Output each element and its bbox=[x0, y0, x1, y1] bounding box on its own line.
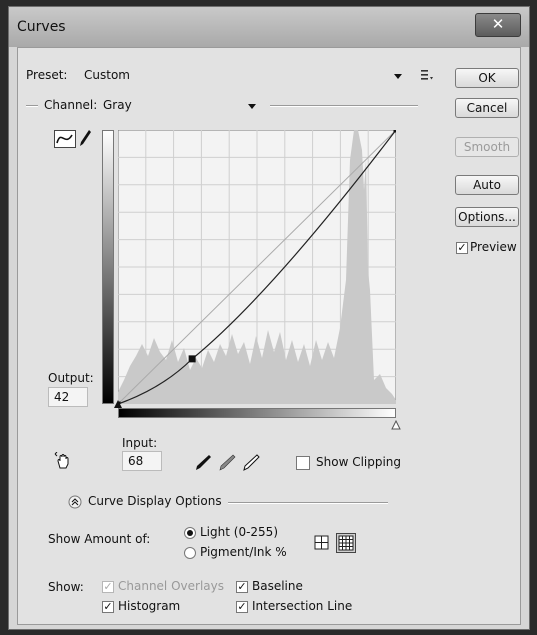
curves-dialog: Curves ✕ Preset: Custom Channel: Gray OK… bbox=[8, 6, 530, 630]
pencil-icon[interactable] bbox=[78, 128, 92, 148]
output-gradient-bar bbox=[102, 130, 114, 404]
dialog-body: Preset: Custom Channel: Gray OK Cancel S… bbox=[17, 47, 521, 625]
light-label: Light (0-255) bbox=[200, 525, 278, 539]
channel-select[interactable]: Gray bbox=[100, 95, 260, 115]
input-field[interactable]: 68 bbox=[122, 451, 162, 471]
channel-overlays-checkbox[interactable]: ✓ bbox=[102, 581, 114, 593]
preset-menu-icon[interactable] bbox=[420, 69, 434, 81]
pigment-label: Pigment/Ink % bbox=[200, 545, 287, 559]
channel-group-line-left bbox=[26, 105, 38, 107]
black-eyedropper-icon[interactable] bbox=[194, 453, 212, 471]
on-image-adjustment-hand-icon[interactable] bbox=[54, 452, 74, 470]
gray-eyedropper-icon[interactable] bbox=[218, 453, 236, 471]
curve-point-tool-button[interactable] bbox=[54, 130, 76, 148]
channel-value: Gray bbox=[103, 98, 132, 112]
channel-overlays-label: Channel Overlays bbox=[118, 579, 224, 593]
channel-label: Channel: bbox=[44, 98, 98, 112]
baseline-checkbox[interactable]: ✓ bbox=[236, 581, 248, 593]
curve-display-divider bbox=[228, 502, 388, 504]
close-button[interactable]: ✕ bbox=[475, 13, 521, 37]
show-amount-label: Show Amount of: bbox=[48, 532, 151, 546]
show-clipping-label: Show Clipping bbox=[316, 455, 402, 469]
black-point-slider[interactable] bbox=[113, 399, 123, 409]
curve-display-options-label: Curve Display Options bbox=[88, 494, 222, 508]
curve-tool-icon bbox=[56, 134, 73, 144]
intersection-line-label: Intersection Line bbox=[252, 599, 353, 613]
selected-curve-point[interactable] bbox=[188, 355, 196, 363]
ok-button[interactable]: OK bbox=[455, 68, 519, 88]
pigment-radio[interactable] bbox=[184, 547, 196, 559]
preview-checkbox[interactable]: ✓ bbox=[456, 242, 468, 254]
channel-group-line-right bbox=[270, 105, 418, 107]
chevron-down-icon bbox=[248, 104, 256, 109]
intersection-line-checkbox[interactable]: ✓ bbox=[236, 601, 248, 613]
dialog-title: Curves bbox=[17, 19, 66, 35]
auto-button[interactable]: Auto bbox=[455, 175, 519, 195]
histogram-checkbox[interactable]: ✓ bbox=[102, 601, 114, 613]
light-radio[interactable] bbox=[184, 527, 196, 539]
preset-value: Custom bbox=[84, 68, 130, 82]
show-clipping-checkbox[interactable] bbox=[296, 456, 310, 470]
input-gradient-bar bbox=[118, 408, 396, 418]
preview-label: Preview bbox=[470, 240, 517, 254]
input-label: Input: bbox=[122, 436, 158, 450]
detailed-grid-icon[interactable] bbox=[336, 533, 356, 553]
title-bar: Curves ✕ bbox=[9, 7, 529, 47]
show-label: Show: bbox=[48, 580, 84, 594]
smooth-button[interactable]: Smooth bbox=[455, 137, 519, 157]
histogram-label: Histogram bbox=[118, 599, 181, 613]
cancel-button[interactable]: Cancel bbox=[455, 98, 519, 118]
white-eyedropper-icon[interactable] bbox=[242, 453, 260, 471]
simple-grid-icon[interactable] bbox=[314, 535, 330, 551]
chevron-down-icon bbox=[394, 74, 402, 79]
close-icon: ✕ bbox=[491, 15, 505, 33]
curve-endpoint[interactable] bbox=[393, 130, 397, 133]
output-label: Output: bbox=[48, 371, 94, 385]
collapse-toggle-icon[interactable] bbox=[68, 495, 82, 509]
output-field[interactable]: 42 bbox=[48, 387, 88, 407]
white-point-slider[interactable] bbox=[391, 420, 401, 430]
options-button[interactable]: Options... bbox=[455, 207, 519, 227]
preset-label: Preset: bbox=[26, 68, 68, 82]
baseline-label: Baseline bbox=[252, 579, 303, 593]
curve-graph[interactable] bbox=[118, 130, 396, 404]
preset-select[interactable]: Custom bbox=[74, 65, 404, 85]
